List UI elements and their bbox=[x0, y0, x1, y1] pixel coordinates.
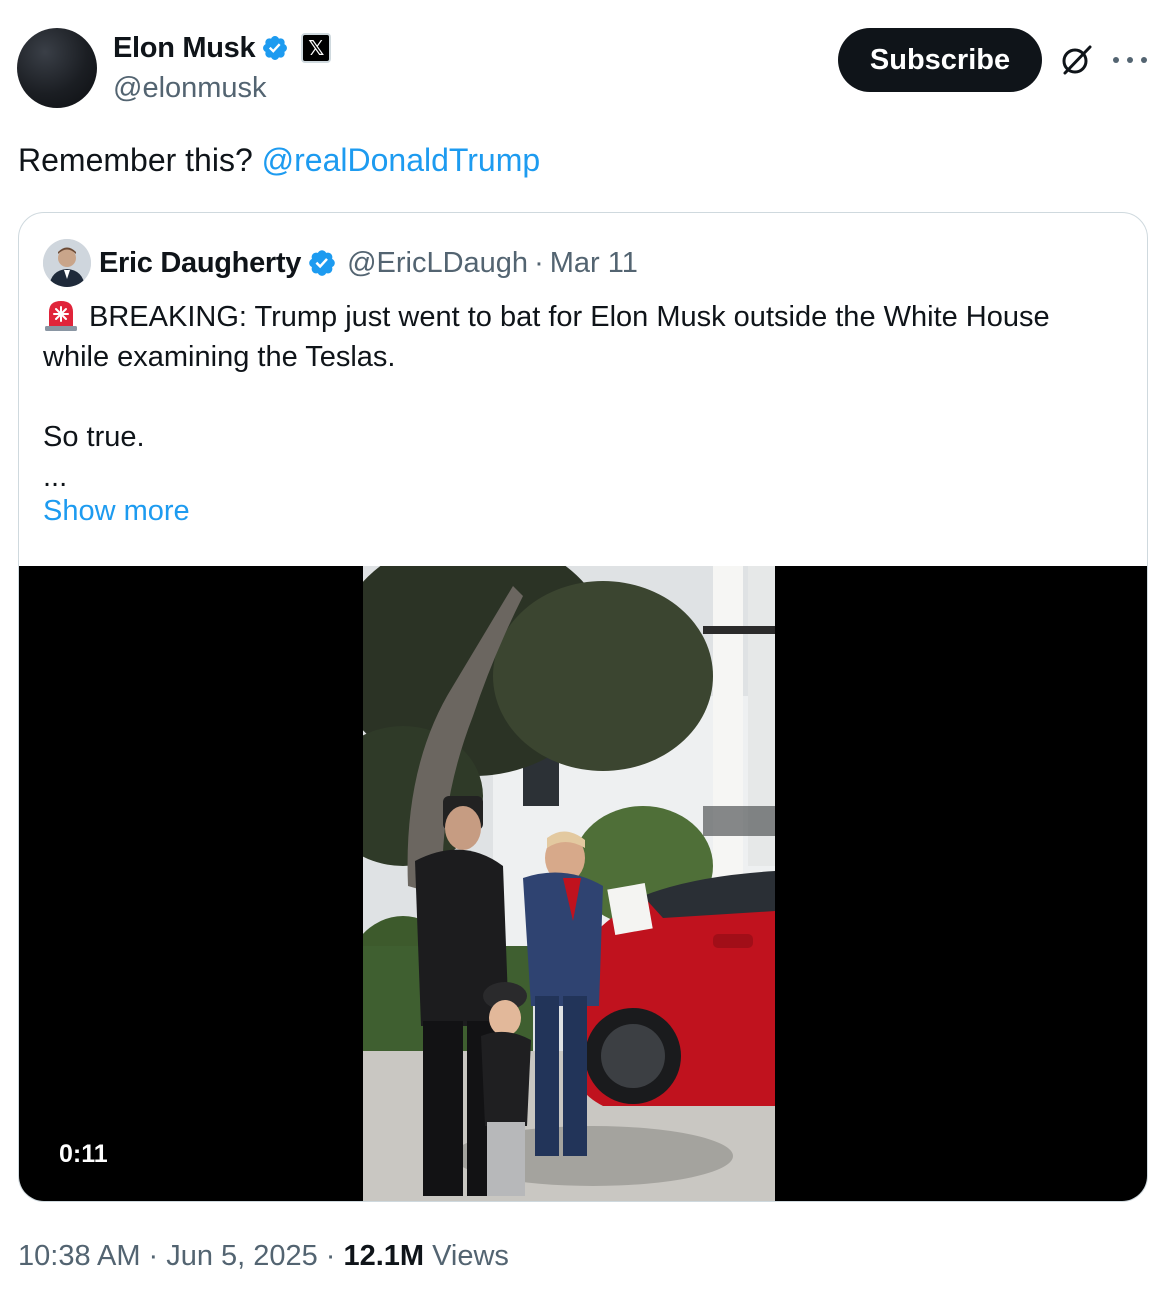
more-options-icon[interactable] bbox=[1113, 46, 1147, 74]
quoted-author-avatar[interactable] bbox=[43, 239, 91, 287]
author-handle[interactable]: @elonmusk bbox=[113, 72, 331, 105]
more-dot bbox=[1141, 57, 1147, 63]
quoted-text-line: while examining the Teslas. bbox=[43, 341, 396, 373]
verified-badge-icon[interactable] bbox=[261, 34, 289, 62]
tweet-body: Remember this? bbox=[18, 142, 262, 178]
tweet-header: Elon Musk 𝕏 @elonmusk Subscribe bbox=[17, 28, 1147, 108]
author-name-row: Elon Musk 𝕏 bbox=[113, 30, 332, 66]
separator-dot: · bbox=[325, 1240, 336, 1272]
mention-link[interactable]: @realDonaldTrump bbox=[262, 142, 541, 178]
quoted-tweet-body: BREAKING: Trump just went to bat for Elo… bbox=[43, 297, 1123, 497]
verified-badge-icon[interactable] bbox=[307, 248, 337, 278]
video-thumbnail bbox=[363, 566, 775, 1201]
quoted-author-display-name[interactable]: Eric Daugherty bbox=[99, 247, 301, 280]
show-more-link[interactable]: Show more bbox=[43, 495, 190, 528]
video-frame[interactable] bbox=[363, 566, 775, 1201]
quoted-text-line: So true. bbox=[43, 421, 145, 453]
grok-icon[interactable] bbox=[1059, 42, 1095, 78]
more-dot bbox=[1113, 57, 1119, 63]
quoted-avatar-image bbox=[43, 239, 91, 287]
author-info: Elon Musk 𝕏 @elonmusk bbox=[113, 30, 332, 105]
video-player[interactable]: 0:11 bbox=[19, 566, 1147, 1201]
separator-dot: · bbox=[148, 1240, 159, 1272]
quoted-tweet[interactable]: Eric Daugherty @EricLDaugh · Mar 11 BREA… bbox=[18, 212, 1148, 1202]
tweet-text: Remember this? @realDonaldTrump bbox=[18, 142, 540, 179]
separator-dot: · bbox=[534, 246, 544, 279]
quoted-tweet-header: Eric Daugherty @EricLDaugh · Mar 11 bbox=[43, 239, 638, 287]
views-count[interactable]: 12.1M bbox=[343, 1240, 424, 1273]
quoted-tweet-date[interactable]: Mar 11 bbox=[550, 247, 638, 280]
quoted-author-handle[interactable]: @EricLDaugh bbox=[347, 247, 528, 280]
author-avatar[interactable] bbox=[17, 28, 97, 108]
tweet-date[interactable]: Jun 5, 2025 bbox=[166, 1240, 318, 1273]
siren-emoji-icon bbox=[45, 301, 77, 331]
subscribe-button[interactable]: Subscribe bbox=[838, 28, 1042, 92]
views-label: Views bbox=[432, 1240, 509, 1272]
quoted-text-ellipsis: ... bbox=[43, 461, 68, 493]
author-display-name[interactable]: Elon Musk bbox=[113, 32, 256, 65]
x-affiliate-icon[interactable]: 𝕏 bbox=[301, 33, 332, 63]
tweet-time[interactable]: 10:38 AM bbox=[18, 1240, 141, 1273]
tweet-meta: 10:38 AM · Jun 5, 2025 · 12.1M Views bbox=[18, 1240, 509, 1273]
video-duration: 0:11 bbox=[45, 1136, 122, 1173]
more-dot bbox=[1127, 57, 1133, 63]
quoted-text-line: BREAKING: Trump just went to bat for Elo… bbox=[89, 301, 1050, 333]
